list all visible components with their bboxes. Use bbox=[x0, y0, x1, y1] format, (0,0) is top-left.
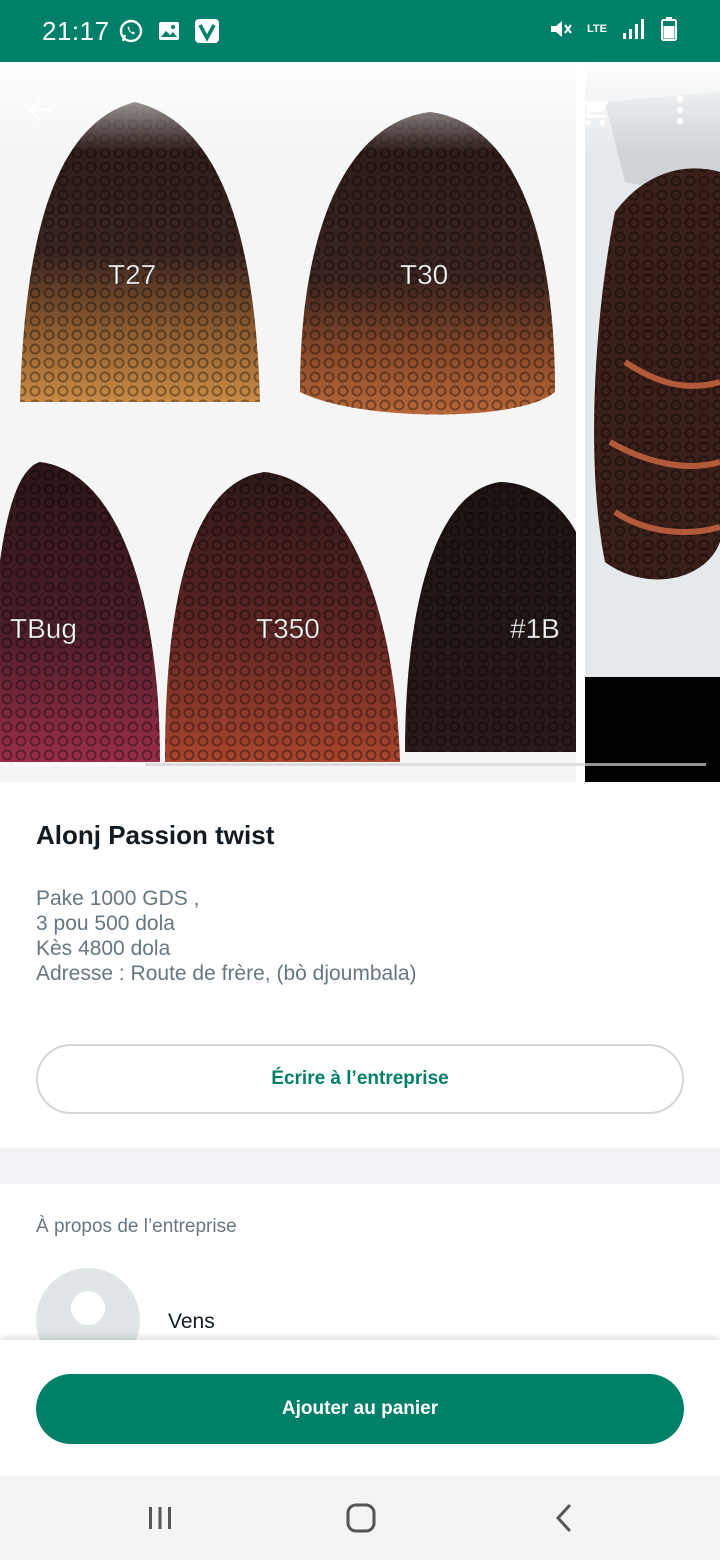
add-to-cart-label: Ajouter au panier bbox=[281, 1398, 439, 1419]
gallery-progress-fill bbox=[14, 763, 146, 766]
gallery-progress-track bbox=[14, 763, 706, 766]
status-notification-icons bbox=[118, 18, 220, 44]
recents-icon bbox=[149, 1507, 171, 1529]
product-description: Pake 1000 GDS , 3 pou 500 dola Kès 4800 … bbox=[36, 886, 417, 986]
section-divider bbox=[0, 1148, 720, 1184]
status-time: 21:17 bbox=[42, 16, 110, 46]
home-button[interactable] bbox=[337, 1494, 385, 1542]
image-label-tbug: TBug bbox=[10, 613, 77, 644]
product-image-gallery[interactable]: T27 T30 TBug T350 #1B bbox=[0, 62, 720, 782]
write-to-business-label: Écrire à l’entreprise bbox=[271, 1068, 449, 1089]
recents-button[interactable] bbox=[136, 1494, 184, 1542]
product-image-main[interactable]: T27 T30 TBug T350 #1B bbox=[0, 62, 576, 782]
image-label-1b: #1B bbox=[510, 613, 560, 644]
image-label-t350: T350 bbox=[256, 613, 320, 644]
chevron-left-icon bbox=[556, 1504, 571, 1532]
arrow-left-icon bbox=[28, 99, 53, 121]
home-icon bbox=[346, 1503, 376, 1533]
signal-icon bbox=[620, 16, 646, 42]
about-business-heading: À propos de l’entreprise bbox=[36, 1216, 237, 1237]
cart-icon bbox=[578, 95, 609, 126]
back-button[interactable] bbox=[16, 86, 64, 134]
business-name[interactable]: Vens bbox=[168, 1310, 215, 1334]
lte-icon: LTE bbox=[587, 22, 607, 35]
nav-back-button[interactable] bbox=[540, 1494, 588, 1542]
cart-button[interactable] bbox=[570, 86, 618, 134]
image-label-t30: T30 bbox=[400, 259, 448, 290]
add-to-cart-button[interactable]: Ajouter au panier bbox=[36, 1374, 684, 1444]
mute-icon bbox=[548, 16, 574, 42]
description-line: 3 pou 500 dola bbox=[36, 912, 175, 935]
description-line: Pake 1000 GDS , bbox=[36, 887, 200, 910]
more-options-button[interactable] bbox=[656, 86, 704, 134]
product-image-next[interactable] bbox=[585, 62, 720, 782]
status-bar: 21:17 LTE bbox=[0, 0, 720, 62]
write-to-business-button[interactable]: Écrire à l’entreprise bbox=[36, 1044, 684, 1114]
image-label-t27: T27 bbox=[108, 259, 156, 290]
v-app-icon bbox=[194, 18, 220, 44]
status-system-icons: LTE bbox=[548, 16, 682, 42]
product-title: Alonj Passion twist bbox=[36, 820, 275, 850]
battery-icon bbox=[656, 16, 682, 42]
bottom-action-bar: Ajouter au panier bbox=[0, 1340, 720, 1476]
description-line: Adresse : Route de frère, (bò djoumbala) bbox=[36, 962, 417, 985]
whatsapp-icon bbox=[118, 18, 144, 44]
more-vert-icon bbox=[676, 95, 684, 125]
description-line: Kès 4800 dola bbox=[36, 937, 171, 960]
system-navigation-bar bbox=[0, 1476, 720, 1560]
gallery-icon bbox=[156, 18, 182, 44]
